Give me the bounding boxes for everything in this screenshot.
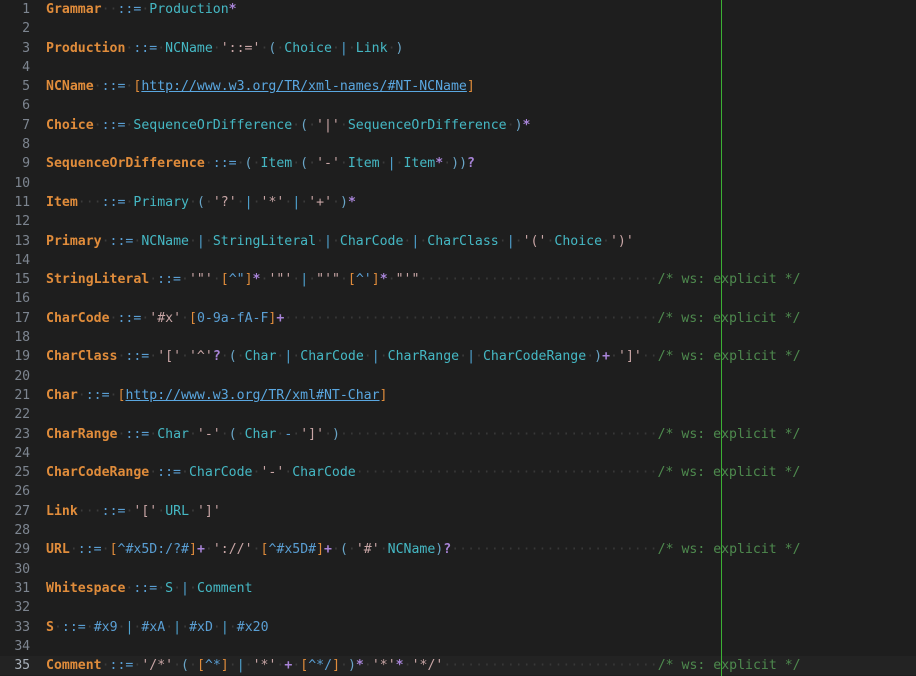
line-content[interactable]: Production·::=·NCName·'::='·(·Choice·|·L… [38,39,916,58]
code-line[interactable]: 28 [0,521,916,540]
code-line[interactable]: 31 Whitespace·::=·S·|·Comment [0,579,916,598]
code-line[interactable]: 35 Comment·::=·'/*'·(·[^*]·|·'*'·+·[^*/]·… [0,656,916,676]
line-number: 3 [22,40,30,56]
code-line[interactable]: 17 CharCode·::=·'#x'·[0-9a-fA-F]+········… [0,309,916,328]
code-line[interactable]: 25 CharCodeRange·::=·CharCode·'-'·CharCod… [0,463,916,482]
code-line[interactable]: 16 [0,289,916,308]
code-line[interactable]: 32 [0,598,916,617]
code-editor[interactable]: 1 Grammar··::=·Production* 2 3 Production·::… [0,0,916,676]
code-line[interactable]: 8 [0,135,916,154]
line-number: 2 [22,21,30,37]
line-content[interactable]: URL·::=·[^#x5D:/?#]+·'://'·[^#x5D#]+·(·'… [38,540,916,559]
code-line[interactable]: 20 [0,367,916,386]
line-number: 6 [22,98,30,114]
line-number: 8 [22,137,30,153]
code-line[interactable]: 4 [0,58,916,77]
code-line[interactable]: 3 Production·::=·NCName·'::='·(·Choice·|·… [0,39,916,58]
code-line[interactable]: 27 Link···::=·'['·URL·']' [0,502,916,521]
line-number: 23 [14,426,30,442]
line-number: 22 [14,407,30,423]
code-line[interactable]: 26 [0,482,916,501]
line-number: 11 [14,194,30,210]
code-line[interactable]: 22 [0,405,916,424]
code-line[interactable]: 33 S·::=·#x9·|·#xA·|·#xD·|·#x20 [0,618,916,637]
code-line[interactable]: 1 Grammar··::=·Production* [0,0,916,19]
line-content[interactable]: Char·::=·[http://www.w3.org/TR/xml#NT-Ch… [38,386,916,405]
code-line[interactable]: 15 StringLiteral·::=·'"'·[^"]*·'"'·|·"'"·… [0,270,916,289]
line-number: 5 [22,79,30,95]
line-number: 20 [14,368,30,384]
line-number: 28 [14,523,30,539]
line-content[interactable]: Grammar··::=·Production* [38,0,916,19]
line-content[interactable]: Choice·::=·SequenceOrDifference·(·'|'·Se… [38,116,916,135]
line-content[interactable]: Primary·::=·NCName·|·StringLiteral·|·Cha… [38,232,916,251]
code-line[interactable]: 2 [0,19,916,38]
line-number: 31 [14,580,30,596]
line-number: 13 [14,233,30,249]
line-number: 29 [14,542,30,558]
code-line[interactable]: 21 Char·::=·[http://www.w3.org/TR/xml#NT-… [0,386,916,405]
line-number: 12 [14,214,30,230]
line-content[interactable]: CharClass·::=·'['·'^'?·(·Char·|·CharCode… [38,347,916,366]
line-content[interactable]: NCName·::=·[http://www.w3.org/TR/xml-nam… [38,77,916,96]
line-content[interactable]: CharCodeRange·::=·CharCode·'-'·CharCode·… [38,463,916,482]
line-number: 27 [14,503,30,519]
code-line[interactable]: 5 NCName·::=·[http://www.w3.org/TR/xml-na… [0,77,916,96]
line-number: 16 [14,291,30,307]
line-number: 17 [14,310,30,326]
line-number: 9 [22,156,30,172]
line-number: 32 [14,600,30,616]
line-content[interactable]: Item···::=·Primary·(·'?'·|·'*'·|·'+'·)* [38,193,916,212]
line-content[interactable]: Comment·::=·'/*'·(·[^*]·|·'*'·+·[^*/]·)*… [38,656,916,675]
code-line[interactable]: 14 [0,251,916,270]
code-line[interactable]: 6 [0,96,916,115]
line-content[interactable]: CharRange·::=·Char·'-'·(·Char·-·']'·)···… [38,425,916,444]
code-line[interactable]: 18 [0,328,916,347]
code-line[interactable]: 30 [0,560,916,579]
code-line[interactable]: 9 SequenceOrDifference·::=·(·Item·(·'-'·I… [0,154,916,173]
code-line[interactable]: 34 [0,637,916,656]
line-number: 30 [14,561,30,577]
code-lines[interactable]: 1 Grammar··::=·Production* 2 3 Production·::… [0,0,916,676]
code-line[interactable]: 29 URL·::=·[^#x5D:/?#]+·'://'·[^#x5D#]+·(… [0,540,916,559]
code-line[interactable]: 12 [0,212,916,231]
code-line[interactable]: 24 [0,444,916,463]
code-line[interactable]: 13 Primary·::=·NCName·|·StringLiteral·|·C… [0,232,916,251]
line-number: 34 [14,638,30,654]
line-content[interactable]: S·::=·#x9·|·#xA·|·#xD·|·#x20 [38,618,916,637]
code-line[interactable]: 7 Choice·::=·SequenceOrDifference·(·'|'·S… [0,116,916,135]
line-content[interactable]: StringLiteral·::=·'"'·[^"]*·'"'·|·"'"·[^… [38,270,916,289]
line-number: 15 [14,272,30,288]
line-number: 26 [14,484,30,500]
line-number: 33 [14,619,30,635]
line-number: 4 [22,59,30,75]
code-line[interactable]: 10 [0,174,916,193]
line-number: 35 [14,658,30,674]
code-line[interactable]: 19 CharClass·::=·'['·'^'?·(·Char·|·CharCo… [0,347,916,366]
line-number: 14 [14,252,30,268]
line-number: 1 [22,2,30,17]
line-number: 19 [14,349,30,365]
code-line[interactable]: 11 Item···::=·Primary·(·'?'·|·'*'·|·'+'·)… [0,193,916,212]
line-content[interactable]: Link···::=·'['·URL·']' [38,502,916,521]
code-line[interactable]: 23 CharRange·::=·Char·'-'·(·Char·-·']'·)·… [0,425,916,444]
line-number: 7 [22,117,30,133]
line-number: 21 [14,387,30,403]
line-number: 24 [14,445,30,461]
line-number: 10 [14,175,30,191]
line-number: 25 [14,465,30,481]
line-content[interactable]: Whitespace·::=·S·|·Comment [38,579,916,598]
line-content[interactable]: SequenceOrDifference·::=·(·Item·(·'-'·It… [38,154,916,173]
line-number: 18 [14,330,30,346]
line-content[interactable]: CharCode·::=·'#x'·[0-9a-fA-F]+··········… [38,309,916,328]
